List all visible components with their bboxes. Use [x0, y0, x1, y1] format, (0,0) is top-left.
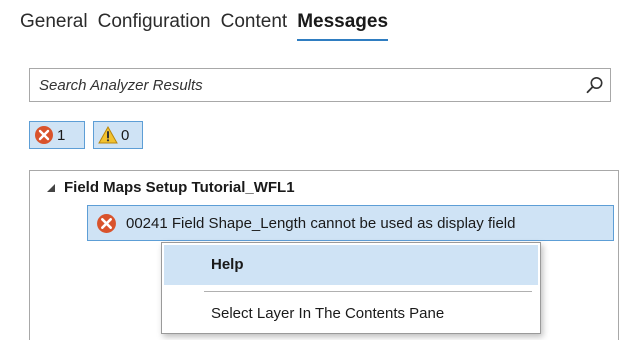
warning-count: 0	[121, 126, 130, 144]
tree-node-layer[interactable]: Field Maps Setup Tutorial_WFL1	[46, 179, 295, 196]
tab-strip: General Configuration Content Messages	[20, 8, 388, 41]
warning-icon	[98, 126, 118, 144]
search-input[interactable]	[30, 69, 579, 101]
tab-messages[interactable]: Messages	[297, 8, 388, 41]
tab-content[interactable]: Content	[221, 8, 288, 38]
context-menu: Help Select Layer In The Contents Pane	[161, 242, 541, 334]
tab-configuration[interactable]: Configuration	[98, 8, 211, 38]
error-filter-button[interactable]: 1	[29, 121, 85, 149]
context-menu-item-select-layer[interactable]: Select Layer In The Contents Pane	[164, 297, 538, 331]
search-icon[interactable]	[586, 76, 604, 94]
context-menu-separator	[204, 291, 532, 292]
error-icon	[97, 213, 116, 233]
expand-triangle-icon[interactable]	[46, 183, 56, 193]
message-text: 00241 Field Shape_Length cannot be used …	[126, 214, 516, 232]
tab-general[interactable]: General	[20, 8, 88, 38]
error-icon	[35, 126, 53, 144]
error-count: 1	[57, 126, 66, 144]
warning-filter-button[interactable]: 0	[93, 121, 143, 149]
context-menu-item-help[interactable]: Help	[164, 245, 538, 285]
search-box	[29, 68, 611, 102]
layer-name: Field Maps Setup Tutorial_WFL1	[64, 179, 295, 196]
message-row[interactable]: 00241 Field Shape_Length cannot be used …	[87, 205, 614, 241]
